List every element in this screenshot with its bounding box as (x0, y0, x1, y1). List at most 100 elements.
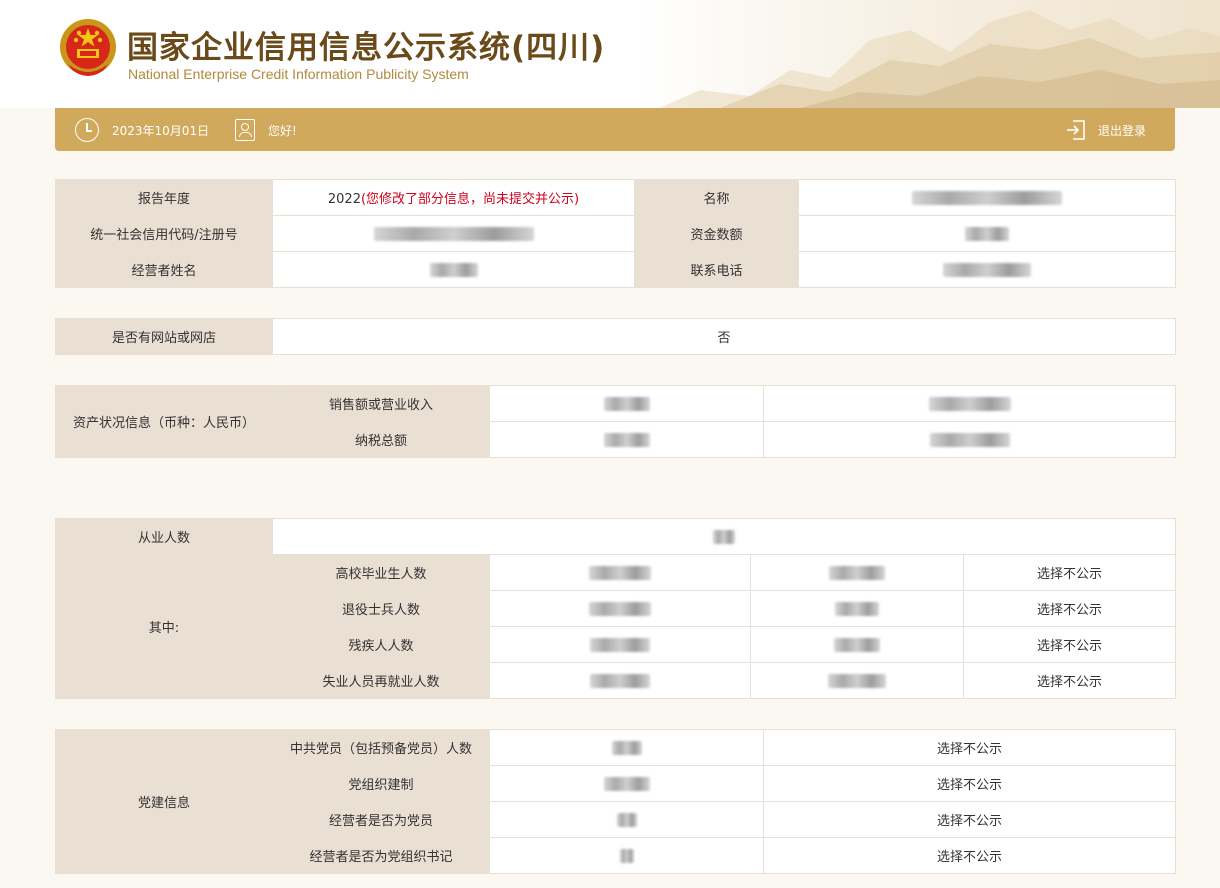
disabled-visibility: 选择不公示 (963, 626, 1176, 663)
operator-secretary-value (489, 837, 764, 874)
disabled-value (489, 626, 751, 663)
table-row: 其中: 高校毕业生人数 选择不公示 (55, 554, 1176, 699)
tax-value (489, 421, 764, 458)
operator-member-value (489, 801, 764, 838)
sales-visibility (763, 385, 1176, 422)
party-members-value (489, 729, 764, 766)
redacted-value (828, 673, 886, 688)
tax-visibility (763, 421, 1176, 458)
operator-secretary-label: 经营者是否为党组织书记 (272, 837, 490, 874)
graduates-label: 高校毕业生人数 (272, 554, 490, 591)
site-title: 国家企业信用信息公示系统(四川) (127, 30, 606, 66)
redacted-value (611, 740, 642, 755)
basic-info-table: 报告年度 2022(您修改了部分信息，尚未提交并公示) 名称 统一社会信用代码/… (55, 179, 1176, 288)
table-row: 统一社会信用代码/注册号 资金数额 (55, 215, 1176, 252)
greeting-text: 您好! (268, 124, 297, 138)
redacted-value (835, 601, 879, 616)
redacted-value (589, 565, 651, 580)
redacted-value (928, 396, 1011, 411)
table-row: 经营者姓名 联系电话 (55, 251, 1176, 288)
party-org-visibility: 选择不公示 (763, 765, 1176, 802)
table-row: 是否有网站或网店 否 (55, 318, 1176, 355)
redacted-value (929, 432, 1010, 447)
party-org-value (489, 765, 764, 802)
site-header: 国家企业信用信息公示系统(四川) National Enterprise Cre… (0, 0, 1220, 108)
graduates-visibility: 选择不公示 (963, 554, 1176, 591)
redacted-value (713, 529, 735, 544)
table-row: 资产状况信息（币种：人民币） 销售额或营业收入 (55, 385, 1176, 458)
sales-value (489, 385, 764, 422)
assets-table: 资产状况信息（币种：人民币） 销售额或营业收入 纳税总额 (55, 385, 1176, 458)
operator-member-visibility: 选择不公示 (763, 801, 1176, 838)
redacted-value (590, 673, 650, 688)
employees-label: 从业人数 (55, 518, 273, 555)
sales-label: 销售额或营业收入 (272, 385, 490, 422)
party-org-label: 党组织建制 (272, 765, 490, 802)
report-year-value: 2022 (327, 192, 361, 207)
veterans-visibility: 选择不公示 (963, 590, 1176, 627)
redacted-value (616, 812, 637, 827)
capital-label: 资金数额 (634, 215, 799, 252)
reemployed-value (489, 662, 751, 699)
website-value: 否 (272, 318, 1176, 355)
user-card-icon (235, 119, 255, 141)
logout-icon[interactable] (1066, 119, 1086, 141)
redacted-value (912, 190, 1062, 205)
graduates-value (489, 554, 751, 591)
report-year-cell: 2022(您修改了部分信息，尚未提交并公示) (272, 179, 635, 216)
among-label: 其中: (55, 554, 273, 699)
reemployed-extra (750, 662, 964, 699)
party-members-label: 中共党员（包括预备党员）人数 (272, 729, 490, 766)
credit-code-label: 统一社会信用代码/注册号 (55, 215, 273, 252)
redacted-value (603, 432, 650, 447)
redacted-value (429, 262, 478, 277)
capital-value (798, 215, 1176, 252)
redacted-value (834, 637, 880, 652)
unsubmitted-warning: (您修改了部分信息，尚未提交并公示) (360, 192, 580, 207)
redacted-value (829, 565, 885, 580)
top-info-bar: 2023年10月01日 您好! 退出登录 (55, 108, 1175, 151)
redacted-value (619, 848, 634, 863)
employees-value (272, 518, 1176, 555)
mountain-background-image (660, 10, 1220, 108)
current-date: 2023年10月01日 (112, 124, 210, 138)
report-year-label: 报告年度 (55, 179, 273, 216)
redacted-value (589, 601, 651, 616)
veterans-extra (750, 590, 964, 627)
name-label: 名称 (634, 179, 799, 216)
veterans-value (489, 590, 751, 627)
operator-secretary-visibility: 选择不公示 (763, 837, 1176, 874)
redacted-value (373, 226, 534, 241)
operator-name-value (272, 251, 635, 288)
name-value (798, 179, 1176, 216)
reemployed-label: 失业人员再就业人数 (272, 662, 490, 699)
party-table: 党建信息 中共党员（包括预备党员）人数 选择不公示 党组织建制 选择不公示 经营… (55, 729, 1176, 874)
assets-label: 资产状况信息（币种：人民币） (55, 385, 273, 458)
site-subtitle-english: National Enterprise Credit Information P… (128, 66, 469, 82)
operator-member-label: 经营者是否为党员 (272, 801, 490, 838)
clock-icon (75, 118, 99, 142)
phone-value (798, 251, 1176, 288)
table-row: 报告年度 2022(您修改了部分信息，尚未提交并公示) 名称 (55, 179, 1176, 216)
disabled-extra (750, 626, 964, 663)
redacted-value (603, 776, 650, 791)
tax-label: 纳税总额 (272, 421, 490, 458)
website-table: 是否有网站或网店 否 (55, 318, 1176, 355)
credit-code-value (272, 215, 635, 252)
reemployed-visibility: 选择不公示 (963, 662, 1176, 699)
party-label: 党建信息 (55, 729, 273, 874)
website-label: 是否有网站或网店 (55, 318, 273, 355)
redacted-value (943, 262, 1031, 277)
table-row: 党建信息 中共党员（包括预备党员）人数 选择不公示 (55, 729, 1176, 874)
disabled-label: 残疾人人数 (272, 626, 490, 663)
redacted-value (590, 637, 650, 652)
party-members-visibility: 选择不公示 (763, 729, 1176, 766)
national-emblem-icon (60, 19, 116, 76)
redacted-value (603, 396, 650, 411)
veterans-label: 退役士兵人数 (272, 590, 490, 627)
operator-name-label: 经营者姓名 (55, 251, 273, 288)
table-row: 从业人数 (55, 518, 1176, 555)
logout-link[interactable]: 退出登录 (1098, 122, 1146, 139)
graduates-extra (750, 554, 964, 591)
redacted-value (965, 226, 1009, 241)
